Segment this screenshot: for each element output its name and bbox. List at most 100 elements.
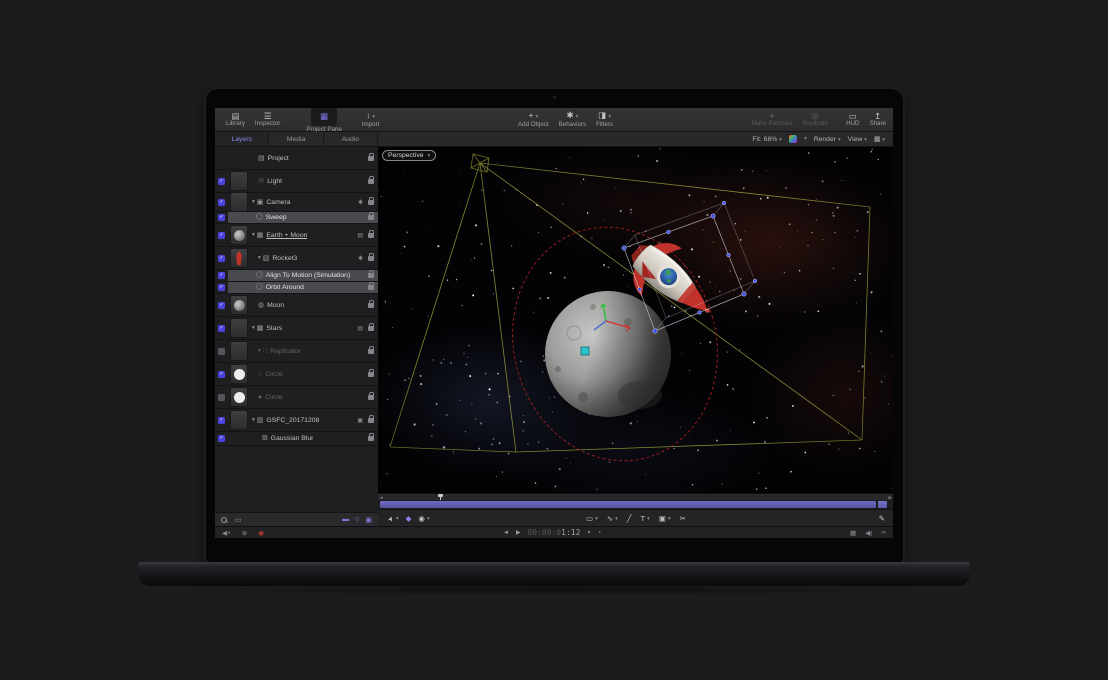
disclosure-triangle-icon[interactable]: ▾ bbox=[252, 417, 255, 423]
hud-button[interactable]: ▭ HUD bbox=[841, 109, 864, 131]
lock-icon[interactable] bbox=[368, 326, 374, 331]
enable-checkbox[interactable]: ✓ bbox=[215, 363, 228, 385]
add-object-button[interactable]: +▾ Add Object bbox=[513, 109, 554, 131]
behaviors-button[interactable]: ✱▾ Behaviors bbox=[554, 109, 592, 131]
layer-row-stars[interactable]: ✓▾▦Stars▤ bbox=[215, 317, 378, 340]
project-pane-button[interactable]: ▦ Project Pane bbox=[301, 109, 346, 131]
layer-name[interactable]: Circle bbox=[265, 371, 282, 378]
layer-name[interactable]: Replicator bbox=[270, 348, 301, 355]
film-strip-button[interactable]: ▦ bbox=[850, 529, 856, 537]
filters-button[interactable]: ◨▾ Filters bbox=[591, 109, 618, 131]
layer-row-replicator[interactable]: ▾∷Replicator bbox=[215, 340, 378, 363]
layer-name[interactable]: Sweep bbox=[266, 214, 287, 221]
play-button[interactable]: ▶ bbox=[516, 529, 521, 536]
search-icon[interactable] bbox=[221, 517, 227, 523]
timecode-display[interactable]: 00:00:01:12 bbox=[528, 528, 581, 537]
timeline-region-end[interactable] bbox=[878, 501, 887, 508]
layer-name[interactable]: Gaussian Blur bbox=[271, 435, 314, 442]
timecode-chevron-icon[interactable]: ▾ bbox=[588, 530, 591, 536]
lock-icon[interactable] bbox=[368, 349, 374, 354]
layer-name[interactable]: Earth + Moon bbox=[266, 232, 307, 239]
lock-icon[interactable] bbox=[368, 372, 374, 377]
lock-icon[interactable] bbox=[368, 418, 374, 423]
camera-view-menu[interactable]: Perspective ▾ bbox=[382, 150, 436, 161]
show-filters-icon[interactable]: ▣ bbox=[365, 516, 372, 524]
channels-chevron-icon[interactable]: ▾ bbox=[804, 136, 807, 142]
layer-row-camera[interactable]: ✓▾▣Camera✱ bbox=[215, 193, 378, 212]
step-back-button[interactable]: ◄ bbox=[503, 530, 509, 536]
layer-name[interactable]: Circle bbox=[265, 394, 282, 401]
lock-icon[interactable] bbox=[368, 395, 374, 400]
lock-icon[interactable] bbox=[368, 200, 374, 205]
view-menu[interactable]: View ▾ bbox=[848, 136, 867, 143]
layer-name[interactable]: Orbit Around bbox=[266, 284, 304, 291]
zoom-level-menu[interactable]: Fit: 68% ▾ bbox=[752, 136, 782, 143]
layer-row-rocket3[interactable]: ✓▾▧Rocket3✱ bbox=[215, 247, 378, 270]
crosshair-button[interactable]: ⊕ bbox=[242, 529, 247, 537]
bezier-shape-tool[interactable]: ∿▾ bbox=[607, 514, 618, 523]
layer-row-align-to-motion-simulation-[interactable]: ✓◯Align To Motion (Simulation) bbox=[215, 270, 378, 282]
lock-icon[interactable] bbox=[368, 215, 374, 220]
lock-icon[interactable] bbox=[368, 179, 374, 184]
lock-icon[interactable] bbox=[368, 285, 374, 290]
layer-name[interactable]: Moon bbox=[267, 302, 284, 309]
layer-row-circle[interactable]: ●Circle bbox=[215, 386, 378, 409]
layer-row-project[interactable]: ▤Project bbox=[215, 147, 378, 170]
inspector-button[interactable]: ☰ Inspector bbox=[250, 109, 285, 131]
layer-name[interactable]: Camera bbox=[266, 199, 290, 206]
layer-name[interactable]: GSFC_20171208 bbox=[266, 417, 319, 424]
mute-button[interactable]: ◀× bbox=[222, 529, 231, 537]
disclosure-triangle-icon[interactable]: ▾ bbox=[258, 255, 261, 261]
cut-tool[interactable]: ✂ bbox=[680, 514, 686, 523]
enable-checkbox[interactable]: ✓ bbox=[215, 224, 228, 246]
enable-checkbox[interactable]: ✓ bbox=[215, 294, 228, 316]
tab-layers[interactable]: Layers bbox=[215, 132, 269, 146]
color-channels-icon[interactable] bbox=[789, 135, 797, 143]
timeline-region[interactable] bbox=[380, 501, 876, 508]
disclosure-triangle-icon[interactable]: ▾ bbox=[252, 325, 255, 331]
enable-checkbox[interactable]: ✓ bbox=[215, 247, 228, 269]
layer-row-gaussian-blur[interactable]: ✓▨Gaussian Blur bbox=[215, 432, 378, 446]
text-tool[interactable]: T▾ bbox=[640, 514, 649, 523]
layer-row-earth-moon[interactable]: ✓▾▦Earth + Moon▤ bbox=[215, 224, 378, 247]
disclosure-triangle-icon[interactable]: ▾ bbox=[252, 199, 255, 205]
enable-checkbox[interactable] bbox=[215, 147, 228, 169]
layer-row-gsfc-20171208[interactable]: ✓▾▥GSFC_20171208▣ bbox=[215, 409, 378, 432]
gear-icon[interactable]: ✱ bbox=[358, 199, 363, 206]
import-button[interactable]: ↓▾ Import bbox=[357, 109, 385, 131]
tab-media[interactable]: Media bbox=[269, 132, 323, 146]
enable-checkbox[interactable] bbox=[215, 386, 228, 408]
anchor-tool[interactable]: ◆ bbox=[406, 514, 412, 523]
layer-name[interactable]: Align To Motion (Simulation) bbox=[266, 272, 351, 279]
enable-checkbox[interactable]: ✓ bbox=[215, 193, 228, 211]
keyframe-tool[interactable]: ✎ bbox=[879, 514, 885, 523]
enable-checkbox[interactable] bbox=[215, 340, 228, 362]
lock-icon[interactable] bbox=[368, 233, 374, 238]
library-button[interactable]: ▤ Library bbox=[221, 109, 250, 131]
audio-button[interactable]: ◀) bbox=[865, 529, 872, 537]
enable-checkbox[interactable]: ✓ bbox=[215, 170, 228, 192]
timeline-track[interactable] bbox=[378, 500, 893, 509]
lock-icon[interactable] bbox=[368, 436, 374, 441]
line-tool[interactable]: ╱ bbox=[627, 514, 632, 523]
record-button[interactable]: ◉ bbox=[258, 529, 264, 537]
enable-checkbox[interactable]: ✓ bbox=[215, 317, 228, 339]
disclosure-triangle-icon[interactable]: ▾ bbox=[258, 348, 261, 354]
show-layers-icon[interactable]: ▬ bbox=[342, 516, 349, 523]
layer-name[interactable]: Stars bbox=[266, 325, 282, 332]
layer-row-sweep[interactable]: ✓◯Sweep bbox=[215, 212, 378, 224]
3d-transform-tool[interactable]: ◉▾ bbox=[418, 514, 429, 523]
layer-row-light[interactable]: ✓☉Light bbox=[215, 170, 378, 193]
show-behaviors-icon[interactable]: ○ bbox=[355, 516, 359, 523]
preview-icon[interactable]: ▭ bbox=[235, 516, 242, 524]
mask-tool[interactable]: ▣▾ bbox=[659, 514, 671, 523]
tab-audio[interactable]: Audio bbox=[324, 132, 378, 146]
select-tool[interactable]: ➤▾ bbox=[388, 515, 399, 523]
lock-icon[interactable] bbox=[368, 303, 374, 308]
enable-checkbox[interactable]: ✓ bbox=[215, 409, 228, 431]
layer-row-circle[interactable]: ✓○Circle bbox=[215, 363, 378, 386]
canvas-viewport[interactable]: Perspective ▾ bbox=[378, 147, 893, 493]
rectangle-tool[interactable]: ▭▾ bbox=[586, 514, 598, 523]
timeline-scrubber[interactable]: ◄ ▶ bbox=[378, 493, 893, 500]
gear-icon[interactable]: ✱ bbox=[358, 255, 363, 262]
